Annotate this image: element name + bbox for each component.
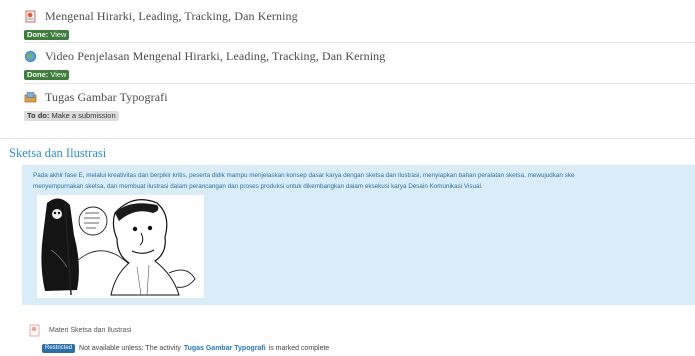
status-badge: Done: View (24, 70, 70, 80)
restricted-badge: Restricted (42, 344, 76, 353)
summary-text: Pada akhir fase E, melalui kreativitas d… (33, 172, 575, 190)
activity-title[interactable]: Tugas Gambar Typografi (45, 90, 168, 105)
activity-title[interactable]: Video Penjelasan Mengenal Hirarki, Leadi… (45, 49, 385, 64)
status-badge: To do: Make a submission (24, 111, 119, 121)
divider (24, 83, 695, 84)
caricature-illustration (37, 195, 204, 298)
page-icon (25, 10, 36, 23)
activity-title[interactable]: Mengenal Hirarki, Leading, Tracking, Dan… (45, 9, 298, 24)
activity-item[interactable]: Tugas Gambar Typografi To do: Make a sub… (24, 90, 695, 123)
assignment-icon (24, 92, 37, 103)
activity-title: Materi Sketsa dan Ilustrasi (49, 327, 132, 334)
activity-item[interactable]: Materi Sketsa dan Ilustrasi (28, 324, 131, 337)
section-title[interactable]: Sketsa dan Ilustrasi (9, 146, 106, 161)
restriction-suffix: is marked complete (268, 345, 330, 352)
restriction-info: Restricted Not available unless: The act… (42, 344, 329, 353)
divider (24, 42, 695, 43)
activity-item[interactable]: Video Penjelasan Mengenal Hirarki, Leadi… (24, 49, 695, 82)
section-divider (0, 138, 695, 139)
activity-item[interactable]: Mengenal Hirarki, Leading, Tracking, Dan… (24, 9, 695, 42)
restriction-prefix: Not available unless: The activity (79, 345, 181, 352)
restriction-activity-link[interactable]: Tugas Gambar Typografi (184, 345, 266, 352)
status-badge: Done: View (24, 30, 70, 40)
page-icon (29, 324, 40, 337)
url-icon (24, 50, 37, 63)
section-summary: Pada akhir fase E, melalui kreativitas d… (22, 165, 695, 305)
